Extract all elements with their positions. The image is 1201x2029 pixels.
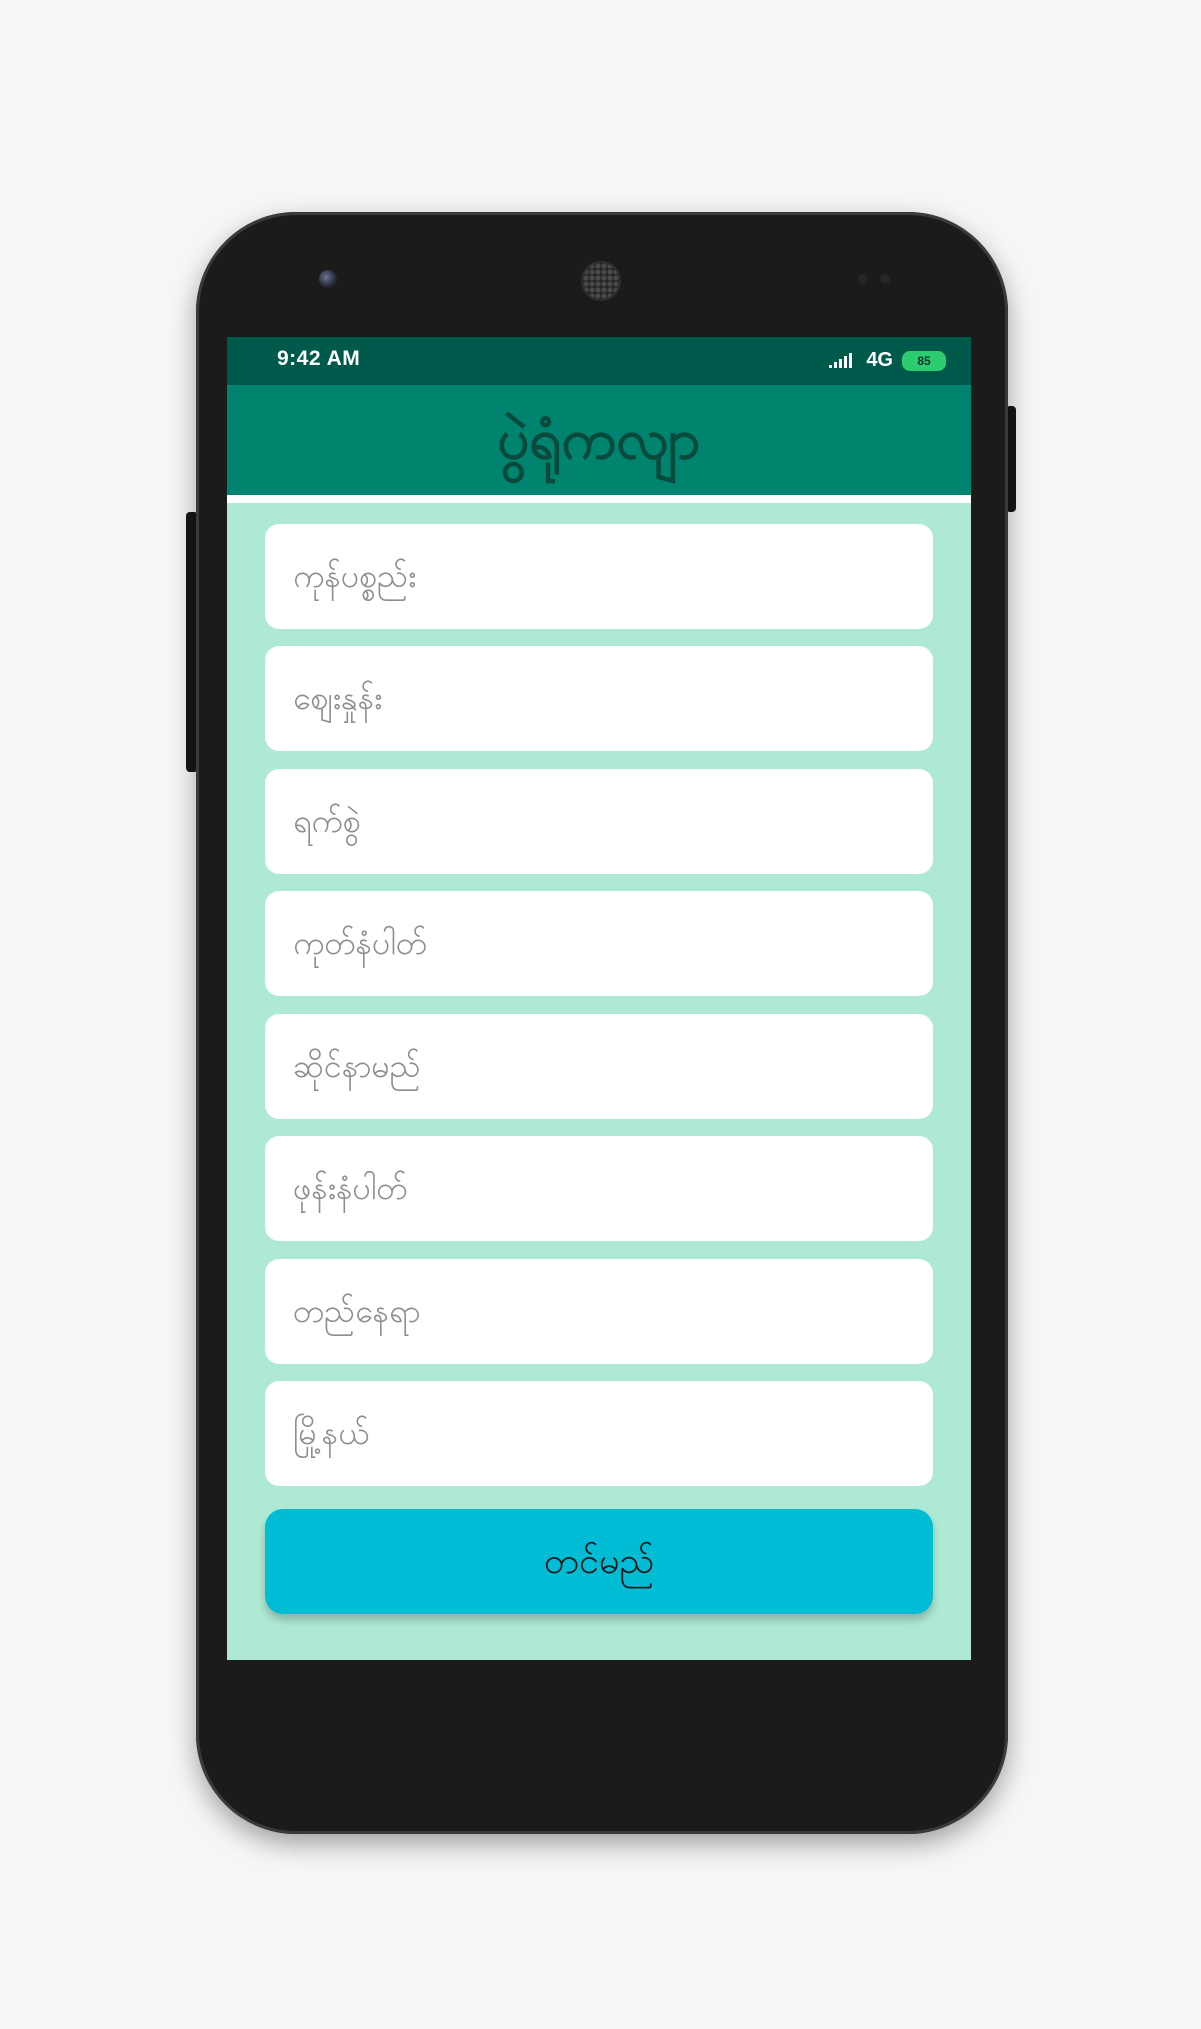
header-divider — [227, 495, 971, 503]
network-type: 4G — [866, 349, 893, 371]
status-time: 9:42 AM — [277, 347, 361, 370]
app-screen: 9:42 AM 4G 85 ပွဲရုံကလျာ ကုန်ပစ္စည်း ဈေး… — [227, 337, 971, 1660]
submit-button[interactable]: တင်မည် — [265, 1509, 933, 1614]
status-bar: 9:42 AM 4G 85 — [227, 337, 971, 385]
signal-icon — [829, 351, 857, 371]
battery-icon: 85 — [902, 350, 946, 371]
code-number-field[interactable]: ကုတ်နံပါတ် — [265, 891, 933, 996]
township-placeholder: မြို့နယ် — [293, 1414, 370, 1452]
location-placeholder: တည်နေရာ — [293, 1292, 421, 1330]
phone-number-field[interactable]: ဖုန်းနံပါတ် — [265, 1136, 933, 1241]
shop-name-field[interactable]: ဆိုင်နာမည် — [265, 1014, 933, 1119]
status-indicators: 4G 85 — [829, 349, 946, 372]
phone-number-placeholder: ဖုန်းနံပါတ် — [293, 1169, 408, 1207]
product-placeholder: ကုန်ပစ္စည်း — [293, 557, 417, 595]
shop-name-placeholder: ဆိုင်နာမည် — [293, 1047, 421, 1085]
location-field[interactable]: တည်နေရာ — [265, 1259, 933, 1364]
township-field[interactable]: မြို့နယ် — [265, 1381, 933, 1486]
date-placeholder: ရက်စွဲ — [293, 802, 361, 840]
app-title: ပွဲရုံကလျာ — [497, 407, 701, 472]
product-field[interactable]: ကုန်ပစ္စည်း — [265, 524, 933, 629]
price-placeholder: ဈေးနှုန်း — [293, 679, 383, 717]
date-field[interactable]: ရက်စွဲ — [265, 769, 933, 874]
proximity-sensor-icon — [858, 274, 868, 284]
app-bar: ပွဲရုံကလျာ — [227, 385, 971, 495]
price-field[interactable]: ဈေးနှုန်း — [265, 646, 933, 751]
front-camera-icon — [319, 270, 337, 288]
light-sensor-icon — [880, 274, 890, 284]
code-number-placeholder: ကုတ်နံပါတ် — [293, 924, 427, 962]
earpiece-speaker-icon — [583, 263, 619, 299]
